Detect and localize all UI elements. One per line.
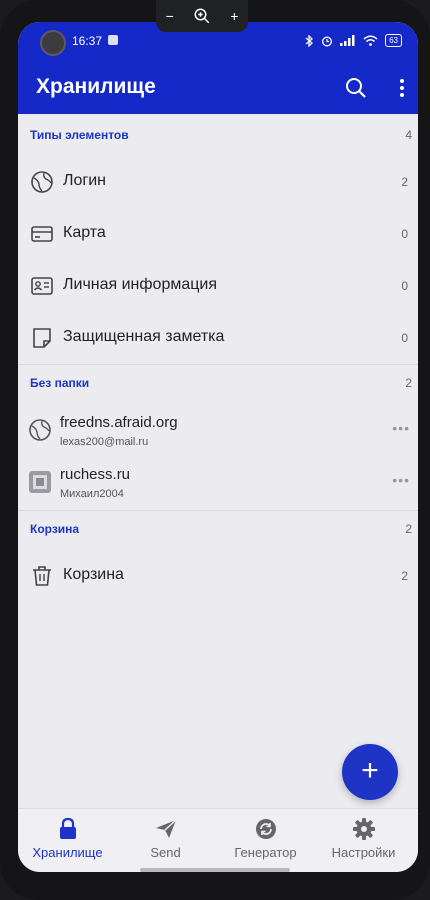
site-favicon-icon xyxy=(29,471,51,493)
type-count: 0 xyxy=(401,227,408,241)
type-row-login[interactable]: Логин 2 xyxy=(18,156,418,208)
type-label: Личная информация xyxy=(63,276,218,293)
gear-icon xyxy=(352,818,375,840)
app-screen: 16:37 63 Хранилище Типы элементов 4 Логи… xyxy=(18,22,418,872)
item-menu-icon[interactable]: ••• xyxy=(392,472,410,488)
divider xyxy=(18,364,418,365)
note-icon xyxy=(33,328,51,348)
type-count: 2 xyxy=(401,175,408,189)
item-username: lexas200@mail.ru xyxy=(60,436,149,448)
nav-label: Генератор xyxy=(234,845,297,860)
signal-icon xyxy=(340,35,355,46)
item-name: freedns.afraid.org xyxy=(60,414,178,431)
generator-refresh-icon xyxy=(255,819,276,839)
home-indicator[interactable] xyxy=(140,868,290,872)
divider xyxy=(18,510,418,511)
item-username: Михаил2004 xyxy=(60,488,124,500)
type-row-secure-note[interactable]: Защищенная заметка 0 xyxy=(18,312,418,364)
section-count: 4 xyxy=(405,128,412,142)
id-card-icon xyxy=(31,277,53,295)
section-count: 2 xyxy=(405,376,412,390)
alarm-icon xyxy=(322,36,333,46)
page-title: Хранилище xyxy=(36,75,156,98)
zoom-icon[interactable] xyxy=(193,7,211,25)
notification-icon xyxy=(108,35,118,45)
bottom-nav: Хранилище Send Генератор Настройки xyxy=(18,808,418,872)
nav-label: Настройки xyxy=(331,845,396,860)
section-trash: Корзина 2 xyxy=(18,514,418,544)
vault-item[interactable]: freedns.afraid.org lexas200@mail.ru ••• xyxy=(18,406,418,458)
paper-plane-icon xyxy=(155,819,176,838)
nav-label: Send xyxy=(150,845,181,860)
credit-card-icon xyxy=(31,226,53,242)
trash-icon xyxy=(33,566,51,586)
globe-icon xyxy=(29,419,51,441)
trash-count: 2 xyxy=(401,569,408,583)
add-item-button[interactable]: + xyxy=(342,744,398,800)
type-label: Карта xyxy=(63,224,106,241)
zoom-out-button[interactable]: − xyxy=(166,8,174,24)
type-count: 0 xyxy=(401,279,408,293)
globe-icon xyxy=(31,171,53,193)
more-options-icon[interactable] xyxy=(390,76,414,100)
type-label: Логин xyxy=(63,172,107,189)
phone-frame: − + 16:37 63 Хранилище Типы элементов 4 … xyxy=(0,0,430,900)
zoom-in-button[interactable]: + xyxy=(230,8,238,24)
bluetooth-icon xyxy=(305,34,314,47)
nav-vault[interactable]: Хранилище xyxy=(20,817,115,867)
item-menu-icon[interactable]: ••• xyxy=(392,420,410,436)
trash-row[interactable]: Корзина 2 xyxy=(18,550,418,602)
type-count: 0 xyxy=(401,331,408,345)
nav-send[interactable]: Send xyxy=(118,817,213,867)
vault-item[interactable]: ruchess.ru Михаил2004 ••• xyxy=(18,458,418,510)
section-no-folder: Без папки 2 xyxy=(18,368,418,398)
wifi-icon xyxy=(363,35,378,46)
zoom-toolbar: − + xyxy=(156,0,248,32)
item-name: ruchess.ru xyxy=(60,466,131,483)
section-label: Корзина xyxy=(30,522,80,536)
section-item-types: Типы элементов 4 xyxy=(18,120,418,150)
section-count: 2 xyxy=(405,522,412,536)
battery-indicator: 63 xyxy=(385,34,402,47)
nav-label: Хранилище xyxy=(32,845,103,860)
section-label: Без папки xyxy=(30,376,90,390)
type-row-identity[interactable]: Личная информация 0 xyxy=(18,260,418,312)
type-label: Защищенная заметка xyxy=(63,328,225,345)
camera-cutout xyxy=(40,30,66,56)
nav-settings[interactable]: Настройки xyxy=(316,817,411,867)
trash-label: Корзина xyxy=(63,566,124,583)
type-row-card[interactable]: Карта 0 xyxy=(18,208,418,260)
status-time: 16:37 xyxy=(72,34,103,48)
search-icon[interactable] xyxy=(344,76,368,100)
section-label: Типы элементов xyxy=(30,128,129,142)
app-bar: Хранилище xyxy=(18,62,418,114)
lock-icon xyxy=(59,817,76,839)
nav-generator[interactable]: Генератор xyxy=(218,817,313,867)
status-icons: 63 xyxy=(304,34,402,47)
